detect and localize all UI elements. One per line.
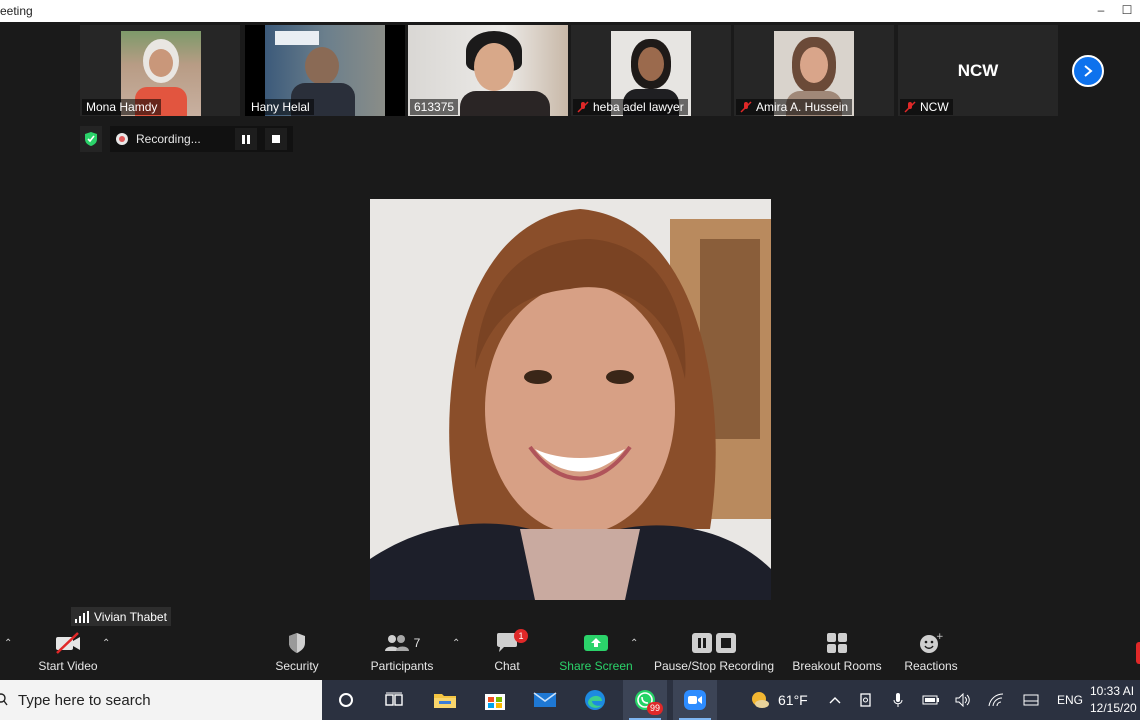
muted-mic-icon — [577, 101, 589, 113]
chevron-right-icon — [1084, 65, 1093, 77]
participant-tile[interactable]: heba adel lawyer — [571, 25, 731, 116]
muted-mic-icon — [904, 101, 916, 113]
cortana-circle-icon — [339, 693, 353, 707]
share-options-caret-icon[interactable]: ⌃ — [630, 638, 638, 649]
audio-options-caret-icon[interactable]: ⌃ — [4, 638, 12, 649]
participant-name-label: NCW — [900, 99, 953, 115]
minimize-button[interactable]: – — [1088, 0, 1114, 22]
participants-button[interactable]: 7 Participants — [366, 630, 438, 673]
recording-bar: Recording... — [80, 126, 293, 152]
share-screen-icon — [584, 635, 608, 651]
smiley-plus-icon: + — [920, 632, 943, 653]
chevron-up-icon — [829, 697, 841, 704]
stop-recording-button[interactable] — [264, 128, 287, 150]
windows-taskbar: Type here to search 99 61°F ENG 10:33 AI… — [0, 680, 1140, 720]
participant-name-label: 613375 — [410, 99, 459, 115]
participant-tile[interactable]: 613375 — [408, 25, 568, 116]
cortana-button[interactable] — [324, 680, 368, 720]
mail-icon — [533, 692, 557, 707]
shield-icon — [289, 633, 305, 653]
clock-date: 12/15/20 — [1090, 701, 1137, 715]
participant-tile[interactable]: Amira A. Hussein — [734, 25, 894, 116]
participant-tile[interactable]: NCW NCW — [898, 25, 1058, 116]
clock-time: 10:33 AI — [1090, 684, 1135, 698]
encryption-shield-icon[interactable] — [80, 126, 102, 152]
video-options-caret-icon[interactable]: ⌃ — [102, 638, 110, 649]
participants-icon — [384, 635, 409, 651]
show-hidden-icons-button[interactable] — [829, 680, 841, 720]
taskbar-search-box[interactable]: Type here to search — [0, 680, 322, 720]
reactions-button[interactable]: + Reactions — [902, 630, 960, 673]
folder-icon — [434, 694, 456, 708]
input-language-button[interactable]: ENG — [1057, 680, 1083, 720]
recording-status: Recording... — [110, 126, 293, 152]
camera-icon — [860, 693, 871, 707]
speaker-name-chip: Vivian Thabet — [71, 607, 171, 626]
signal-strength-icon — [75, 610, 89, 623]
screen-icon — [1023, 694, 1039, 706]
battery-button[interactable] — [922, 680, 940, 720]
participant-name-label: Mona Hamdy — [82, 99, 162, 115]
active-speaker-video — [370, 199, 771, 600]
speaker-volume-icon — [955, 693, 970, 707]
window-titlebar: eeting – ☐ — [0, 0, 1140, 22]
weather-sun-cloud-icon — [752, 692, 769, 708]
video-off-icon — [56, 632, 80, 654]
breakout-rooms-button[interactable]: Breakout Rooms — [790, 630, 884, 673]
start-video-button[interactable]: Start Video — [36, 630, 100, 673]
next-page-button[interactable] — [1072, 55, 1104, 87]
whatsapp-button[interactable]: 99 — [623, 680, 667, 720]
pause-recording-button[interactable] — [234, 128, 257, 150]
notifications-tray-button[interactable] — [1023, 680, 1039, 720]
battery-icon — [922, 695, 939, 705]
participant-name-label: Hany Helal — [247, 99, 314, 115]
zoom-button[interactable] — [673, 680, 717, 720]
search-placeholder: Type here to search — [18, 691, 151, 709]
participant-tile[interactable]: Mona Hamdy — [80, 25, 240, 116]
microphone-tray-button[interactable] — [893, 680, 903, 720]
task-view-button[interactable] — [372, 680, 416, 720]
recording-status-text: Recording... — [136, 132, 201, 146]
security-button[interactable]: Security — [270, 630, 324, 673]
volume-button[interactable] — [955, 680, 971, 720]
participant-tile[interactable]: Hany Helal — [245, 25, 405, 116]
share-screen-button[interactable]: Share Screen — [558, 630, 634, 673]
meet-now-button[interactable] — [860, 680, 874, 720]
search-icon — [0, 693, 8, 706]
window-title: eeting — [0, 4, 33, 18]
pause-stop-recording-button[interactable]: Pause/Stop Recording — [652, 630, 776, 673]
edge-icon — [585, 690, 605, 710]
system-clock[interactable]: 10:33 AI 12/15/20 — [1090, 683, 1137, 717]
microsoft-store-button[interactable] — [473, 680, 517, 720]
recording-dot-icon — [116, 133, 128, 145]
file-explorer-button[interactable] — [423, 680, 467, 720]
participant-name-label: Amira A. Hussein — [736, 99, 853, 115]
mail-button[interactable] — [523, 680, 567, 720]
stop-icon — [271, 135, 280, 143]
network-button[interactable] — [988, 680, 1004, 720]
chat-button[interactable]: 1 Chat — [488, 629, 528, 673]
task-view-icon — [385, 692, 403, 706]
edge-button[interactable] — [573, 680, 617, 720]
speaker-photo — [370, 199, 771, 600]
muted-mic-icon — [740, 101, 752, 113]
microphone-icon — [893, 693, 903, 707]
wifi-icon — [988, 693, 1004, 707]
pause-icon — [241, 134, 250, 144]
breakout-rooms-icon — [827, 633, 847, 653]
participant-avatar-text: NCW — [957, 61, 999, 80]
participants-options-caret-icon[interactable]: ⌃ — [452, 638, 460, 649]
svg-text:+: + — [936, 632, 943, 642]
pause-stop-icon — [692, 633, 736, 653]
weather-widget[interactable]: 61°F — [750, 680, 808, 720]
end-meeting-button-edge[interactable] — [1136, 642, 1140, 664]
maximize-button[interactable]: ☐ — [1114, 0, 1140, 22]
meeting-toolbar: ⌃ Start Video ⌃ Security 7 Participants … — [0, 628, 1140, 680]
zoom-icon — [684, 690, 706, 710]
participant-name-label: heba adel lawyer — [573, 99, 688, 115]
store-icon — [485, 694, 505, 710]
